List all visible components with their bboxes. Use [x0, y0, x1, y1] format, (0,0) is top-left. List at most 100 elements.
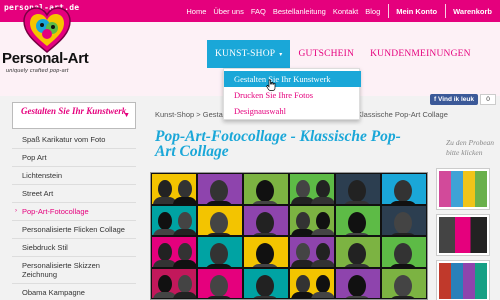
topnav-order-guide[interactable]: Bestellanleitung [273, 7, 326, 16]
collage-figure [394, 243, 412, 265]
nav-kunst-shop[interactable]: KUNST-SHOP ▾ [207, 40, 291, 68]
topnav-divider [445, 4, 447, 18]
dropdown-item-create-artwork[interactable]: Gestalten Sie Ihr Kunstwerk [224, 71, 361, 87]
sidebar-item-caricature[interactable]: Spaß Karikatur vom Foto [12, 131, 136, 149]
collage-figure-shoulders [205, 295, 233, 298]
thumbnail[interactable] [436, 168, 490, 210]
collage-figure [348, 180, 366, 202]
collage-tile [382, 237, 426, 267]
topnav-contact[interactable]: Kontakt [333, 7, 358, 16]
thumbnail-image [439, 217, 487, 253]
topnav-divider [388, 4, 390, 18]
my-account-link[interactable]: Mein Konto [396, 7, 437, 16]
collage-tile [382, 268, 426, 298]
logo-wordmark: Personal-Art [2, 50, 89, 67]
collage-figure-shoulders [389, 201, 417, 204]
collage-tile [336, 174, 380, 204]
collage-figure-shoulders [173, 228, 196, 235]
collage-figure-shoulders [389, 295, 417, 298]
sidebar-heading[interactable]: Gestalten Sie Ihr Kunstwerk ▼ [12, 102, 136, 129]
collage-figure-shoulders [173, 260, 196, 267]
facebook-like-count: 0 [480, 94, 496, 105]
site-logo[interactable]: Personal-Art uniquely crafted pop-art [2, 6, 112, 78]
collage-figure [158, 243, 172, 261]
collage-tile [290, 174, 334, 204]
sidebar-item-label: Siebdruck Stil [22, 243, 68, 252]
sample-hint-line: Zu den Probean [446, 138, 495, 147]
breadcrumb[interactable]: Kunst-Shop > Gestalte [155, 110, 231, 119]
logo-tagline: uniquely crafted pop-art [6, 68, 69, 74]
topnav-blog[interactable]: Blog [365, 7, 380, 16]
dropdown-item-design-selection[interactable]: Designauswahl [224, 103, 361, 119]
chevron-right-icon: › [15, 208, 17, 214]
collage-figure [210, 274, 228, 297]
sidebar-item-label: Pop Art [22, 153, 47, 162]
product-collage-image[interactable] [150, 172, 428, 300]
sidebar-item-label: Street Art [22, 189, 54, 198]
nav-kundenmeinungen[interactable]: KUNDENMEINUNGEN [362, 40, 479, 68]
sidebar-item-street-art[interactable]: Street Art [12, 185, 136, 203]
thumbnail[interactable] [436, 214, 490, 256]
collage-figure-shoulders [251, 232, 279, 235]
collage-tile [198, 205, 242, 235]
collage-figure-shoulders [205, 232, 233, 235]
topnav-about[interactable]: Über uns [213, 7, 243, 16]
collage-figure-shoulders [343, 232, 371, 235]
collage-figure [394, 211, 412, 234]
collage-figure [348, 211, 366, 234]
kunst-shop-dropdown: Gestalten Sie Ihr Kunstwerk Drucken Sie … [223, 68, 361, 120]
dropdown-item-print-photos[interactable]: Drucken Sie Ihre Fotos [224, 87, 361, 103]
collage-tile [198, 174, 242, 204]
collage-figure-shoulders [173, 291, 196, 298]
collage-tile [290, 205, 334, 235]
collage-tile [244, 205, 288, 235]
collage-tile [290, 268, 334, 298]
sidebar-item-obama-campaign[interactable]: Obama Kampagne [12, 284, 136, 300]
collage-tile [198, 268, 242, 298]
thumbnail[interactable] [436, 260, 490, 300]
sidebar-item-pop-art-collage[interactable]: › Pop-Art-Fotocollage [12, 203, 136, 221]
collage-figure-shoulders [343, 201, 371, 204]
topnav-faq[interactable]: FAQ [251, 7, 266, 16]
thumbnail-image [439, 263, 487, 299]
nav-gutschein[interactable]: GUTSCHEIN [290, 40, 362, 68]
collage-figure-shoulders [251, 295, 279, 298]
collage-figure [178, 274, 192, 293]
thumbnail-rail [436, 168, 500, 300]
collage-figure [210, 211, 228, 234]
collage-figure-shoulders [311, 197, 334, 204]
collage-tile [290, 237, 334, 267]
collage-tile [244, 174, 288, 204]
collage-figure-shoulders [205, 201, 233, 204]
cart-link[interactable]: Warenkorb [453, 7, 492, 16]
collage-figure [256, 243, 274, 265]
collage-figure [210, 180, 228, 202]
sidebar-item-screenprint[interactable]: Siebdruck Stil [12, 239, 136, 257]
collage-tile [382, 205, 426, 235]
collage-figure [158, 211, 172, 230]
sidebar-item-pop-art[interactable]: Pop Art [12, 149, 136, 167]
sample-hint: Zu den Probean bitte klicken [446, 138, 494, 158]
collage-figure-shoulders [311, 228, 334, 235]
collage-figure [348, 274, 366, 297]
collage-figure [178, 243, 192, 261]
collage-tile [152, 268, 196, 298]
collage-tile [152, 237, 196, 267]
facebook-like-button[interactable]: f Vind ik leuk [430, 94, 478, 105]
sidebar-item-label: Personalisierte Skizzen Zeichnung [22, 261, 100, 279]
sidebar-item-patch-collage[interactable]: Personalisierte Flicken Collage [12, 221, 136, 239]
sample-hint-line: bitte klicken [446, 148, 483, 157]
collage-figure [394, 274, 412, 297]
collage-tile [336, 237, 380, 267]
collage-figure [348, 243, 366, 265]
hand-cursor-icon [266, 79, 276, 91]
collage-figure [256, 211, 274, 234]
chevron-down-icon: ▼ [123, 112, 130, 119]
sidebar-item-label: Pop-Art-Fotocollage [22, 207, 89, 216]
collage-tile [152, 174, 196, 204]
sidebar-item-sketch[interactable]: Personalisierte Skizzen Zeichnung [12, 257, 136, 284]
topnav-home[interactable]: Home [186, 7, 206, 16]
collage-tile [244, 268, 288, 298]
main-nav: KUNST-SHOP ▾ GUTSCHEIN KUNDENMEINUNGEN [207, 40, 479, 68]
sidebar-item-lichtenstein[interactable]: Lichtenstein [12, 167, 136, 185]
